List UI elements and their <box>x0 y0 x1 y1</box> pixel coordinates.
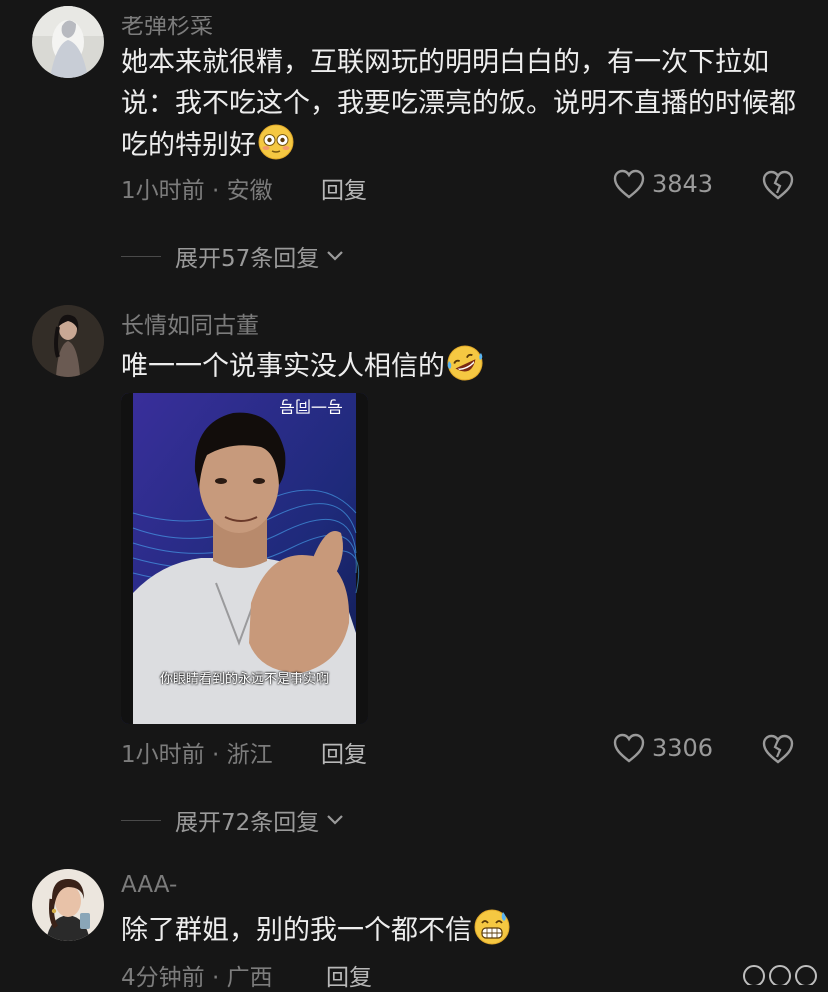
comment-text-body: 她本来就很精，互联网玩的明明白白的，有一次下拉如说：我不吃这个，我要吃漂亮的饭。… <box>121 47 796 161</box>
comment-meta: 4分钟前 · 广西 <box>121 958 273 992</box>
avatar[interactable] <box>32 305 104 377</box>
expand-replies-button[interactable]: 展开57条回复 <box>121 239 345 273</box>
video-background-text: 号一同号 <box>279 397 343 416</box>
avatar[interactable] <box>32 869 104 941</box>
video-thumbnail[interactable]: 号一同号 你眼睛看到的永远不是事实啊 <box>121 393 368 724</box>
comment-username[interactable]: AAA- <box>121 872 177 898</box>
separator-dot: · <box>204 742 227 768</box>
comment-text-body: 除了群姐，别的我一个都不信 <box>121 915 472 946</box>
heart-icon <box>613 169 645 199</box>
comment-text: 除了群姐，别的我一个都不信 <box>121 909 801 951</box>
like-button[interactable]: 3306 <box>612 732 713 764</box>
like-button[interactable]: 3843 <box>612 168 713 200</box>
expand-replies-button[interactable]: 展开72条回复 <box>121 803 345 837</box>
comment-location: 安徽 <box>226 178 273 204</box>
avatar[interactable] <box>32 6 104 78</box>
comment-meta: 1小时前 · 浙江 <box>121 735 273 769</box>
divider-line <box>121 819 161 821</box>
comment-text-body: 唯一一个说事实没人相信的 <box>121 351 445 382</box>
heart-icon <box>613 733 645 763</box>
reply-button[interactable]: 回复 <box>321 735 367 769</box>
comment-location: 广西 <box>226 965 273 991</box>
comment-text: 唯一一个说事实没人相信的 <box>121 345 801 387</box>
divider-line <box>121 255 161 257</box>
watermark-icon <box>743 965 817 985</box>
broken-heart-icon[interactable] <box>761 168 795 202</box>
comment-time: 4分钟前 <box>121 965 205 991</box>
reply-button[interactable]: 回复 <box>321 171 367 205</box>
like-count: 3306 <box>652 734 714 762</box>
chevron-down-icon <box>327 815 344 825</box>
separator-dot: · <box>204 178 227 204</box>
rolling-laughing-face-icon <box>447 345 483 381</box>
comment-username[interactable]: 长情如同古董 <box>121 306 259 340</box>
comment-time: 1小时前 <box>121 178 205 204</box>
expand-replies-label: 展开57条回复 <box>175 246 320 272</box>
expand-replies-label: 展开72条回复 <box>175 810 320 836</box>
grinning-sweat-face-icon <box>474 909 510 945</box>
comment-text: 她本来就很精，互联网玩的明明白白的，有一次下拉如说：我不吃这个，我要吃漂亮的饭。… <box>121 42 801 166</box>
comment-location: 浙江 <box>226 742 273 768</box>
comment-meta: 1小时前 · 安徽 <box>121 171 273 205</box>
chevron-down-icon <box>327 251 344 261</box>
like-count: 3843 <box>652 170 714 198</box>
comment-time: 1小时前 <box>121 742 205 768</box>
flushed-face-icon <box>258 124 294 160</box>
comment-username[interactable]: 老弹杉菜 <box>121 16 213 40</box>
reply-button[interactable]: 回复 <box>326 958 372 992</box>
broken-heart-icon[interactable] <box>761 732 795 766</box>
separator-dot: · <box>204 965 227 991</box>
video-subtitle: 你眼睛看到的永远不是事实啊 <box>159 672 329 687</box>
